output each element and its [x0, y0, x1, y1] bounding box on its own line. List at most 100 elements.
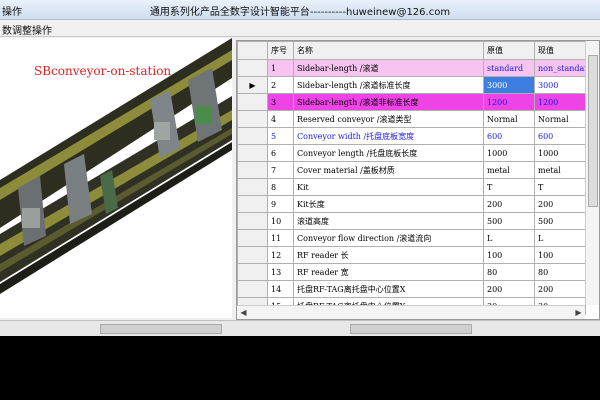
cell-original-value[interactable]: T: [483, 178, 535, 196]
cell-no: 9: [267, 195, 294, 213]
cell-name: 滚道高度: [293, 212, 484, 230]
table-row[interactable]: 4 Reserved conveyor /滚道类型 Normal Normal: [237, 110, 586, 128]
cell-current-value[interactable]: T: [534, 178, 586, 196]
cell-original-value[interactable]: standard: [483, 59, 535, 77]
cell-no: 2: [267, 76, 294, 94]
cell-no: 12: [267, 246, 294, 264]
column-header-name[interactable]: 名称: [293, 41, 484, 60]
table-row[interactable]: 10 滚道高度 500 500: [237, 212, 586, 230]
cell-original-value[interactable]: L: [483, 229, 535, 247]
table-row[interactable]: 8 Kit T T: [237, 178, 586, 196]
cell-no: 14: [267, 280, 294, 298]
row-header[interactable]: [237, 246, 268, 264]
cell-name: Sidebar-length /滚道非标准长度: [293, 93, 484, 111]
cell-current-value[interactable]: 600: [534, 127, 586, 145]
row-header[interactable]: [237, 280, 268, 298]
column-header-current[interactable]: 现值: [534, 41, 586, 60]
table-row[interactable]: 9 Kit长度 200 200: [237, 195, 586, 213]
cell-current-value[interactable]: 500: [534, 212, 586, 230]
table-row[interactable]: 5 Conveyor width /托盘底板宽度 600 600: [237, 127, 586, 145]
table-row[interactable]: ▶ 2 Sidebar-length /滚道标准长度 3000 3000: [237, 76, 586, 94]
cell-name: RF reader 长: [293, 246, 484, 264]
cell-original-value[interactable]: 200: [483, 195, 535, 213]
column-header-no[interactable]: 序号: [267, 41, 294, 60]
cell-no: 6: [267, 144, 294, 162]
table-row[interactable]: 14 托盘RF-TAG离托盘中心位置X 200 200: [237, 280, 586, 298]
cad-viewport[interactable]: SBconveyor-on-station: [0, 38, 232, 318]
cell-no: 5: [267, 127, 294, 145]
cell-original-value[interactable]: 1200: [483, 93, 535, 111]
cell-original-value[interactable]: 200: [483, 280, 535, 298]
horizontal-scrollbar[interactable]: ◀ ▶: [237, 305, 585, 319]
cell-current-value[interactable]: 3000: [534, 76, 586, 94]
row-header[interactable]: [237, 161, 268, 179]
cell-original-value[interactable]: 500: [483, 212, 535, 230]
scroll-right-icon[interactable]: ▶: [572, 306, 585, 319]
vertical-scroll-thumb[interactable]: [588, 55, 598, 207]
cell-current-value[interactable]: 80: [534, 263, 586, 281]
cell-current-value[interactable]: 200: [534, 195, 586, 213]
cell-current-value[interactable]: Normal: [534, 110, 586, 128]
row-header[interactable]: [237, 93, 268, 111]
row-header[interactable]: [237, 263, 268, 281]
cell-no: 4: [267, 110, 294, 128]
table-row[interactable]: 1Sidebar-length /滚道standardnon_standard: [237, 59, 586, 77]
cell-original-value[interactable]: 1000: [483, 144, 535, 162]
toolbar-segment: [100, 324, 222, 334]
panel-label: 数调整操作: [2, 26, 52, 37]
table-row[interactable]: 6 Conveyor length /托盘底板长度 1000 1000: [237, 144, 586, 162]
row-header[interactable]: [237, 110, 268, 128]
row-header[interactable]: [237, 144, 268, 162]
parameter-grid: 序号 名称 原值 现值 1 Sidebar-length /滚道 standard n…: [236, 40, 600, 320]
cell-current-value[interactable]: 100: [534, 246, 586, 264]
row-header[interactable]: [237, 195, 268, 213]
title-bar: 操作 通用系列化产品全数字设计智能平台----------huweinew@12…: [0, 0, 600, 20]
cell-no: 1: [267, 59, 294, 77]
cell-name: Conveyor width /托盘底板宽度: [293, 127, 484, 145]
cell-name: Conveyor flow direction /滚道流向: [293, 229, 484, 247]
cell-current-value[interactable]: non_standard: [534, 59, 586, 77]
row-header[interactable]: [237, 127, 268, 145]
cell-original-value[interactable]: 80: [483, 263, 535, 281]
cell-name: Kit: [293, 178, 484, 196]
row-header[interactable]: ▶: [237, 76, 268, 94]
cell-name: Sidebar-length /滚道: [293, 59, 484, 77]
cell-current-value[interactable]: L: [534, 229, 586, 247]
cell-original-value[interactable]: Normal: [483, 110, 535, 128]
cell-current-value[interactable]: metal: [534, 161, 586, 179]
cell-name: 托盘RF-TAG离托盘中心位置X: [293, 280, 484, 298]
window-title: 通用系列化产品全数字设计智能平台----------huweinew@126.c…: [149, 7, 451, 18]
row-header[interactable]: [237, 229, 268, 247]
table-row[interactable]: 7 Cover material /盖板材质 metal metal: [237, 161, 586, 179]
cell-original-value[interactable]: metal: [483, 161, 535, 179]
panel-header: 数调整操作: [0, 20, 600, 37]
cell-original-value[interactable]: 100: [483, 246, 535, 264]
cell-original-value[interactable]: 3000: [483, 76, 535, 94]
app-window: 操作 通用系列化产品全数字设计智能平台----------huweinew@12…: [0, 0, 600, 336]
conveyor-model-image: [0, 38, 232, 294]
table-row[interactable]: 3 Sidebar-length /滚道非标准长度 1200 1200: [237, 93, 586, 111]
cell-name: Kit长度: [293, 195, 484, 213]
table-header-row: 序号 名称 原值 现值: [237, 41, 586, 60]
column-header-original[interactable]: 原值: [483, 41, 535, 60]
cell-current-value[interactable]: 1200: [534, 93, 586, 111]
cell-current-value[interactable]: 1000: [534, 144, 586, 162]
table-row[interactable]: 13 RF reader 宽 80 80: [237, 263, 586, 281]
cell-name: Conveyor length /托盘底板长度: [293, 144, 484, 162]
parameter-table: 序号 名称 原值 现值 1 Sidebar-length /滚道 standard n…: [237, 41, 586, 315]
row-header[interactable]: [237, 178, 268, 196]
row-header[interactable]: [237, 212, 268, 230]
cell-no: 11: [267, 229, 294, 247]
cell-no: 10: [267, 212, 294, 230]
cell-current-value[interactable]: 200: [534, 280, 586, 298]
table-row[interactable]: 12 RF reader 长 100 100: [237, 246, 586, 264]
vertical-scrollbar[interactable]: [585, 41, 599, 305]
cell-original-value[interactable]: 600: [483, 127, 535, 145]
scroll-left-icon[interactable]: ◀: [237, 306, 250, 319]
table-row[interactable]: 11 Conveyor flow direction /滚道流向 L L: [237, 229, 586, 247]
row-header[interactable]: [237, 59, 268, 77]
cell-name: Reserved conveyor /滚道类型: [293, 110, 484, 128]
cell-no: 13: [267, 263, 294, 281]
cell-no: 3: [267, 93, 294, 111]
bottom-toolbar: [0, 320, 600, 336]
